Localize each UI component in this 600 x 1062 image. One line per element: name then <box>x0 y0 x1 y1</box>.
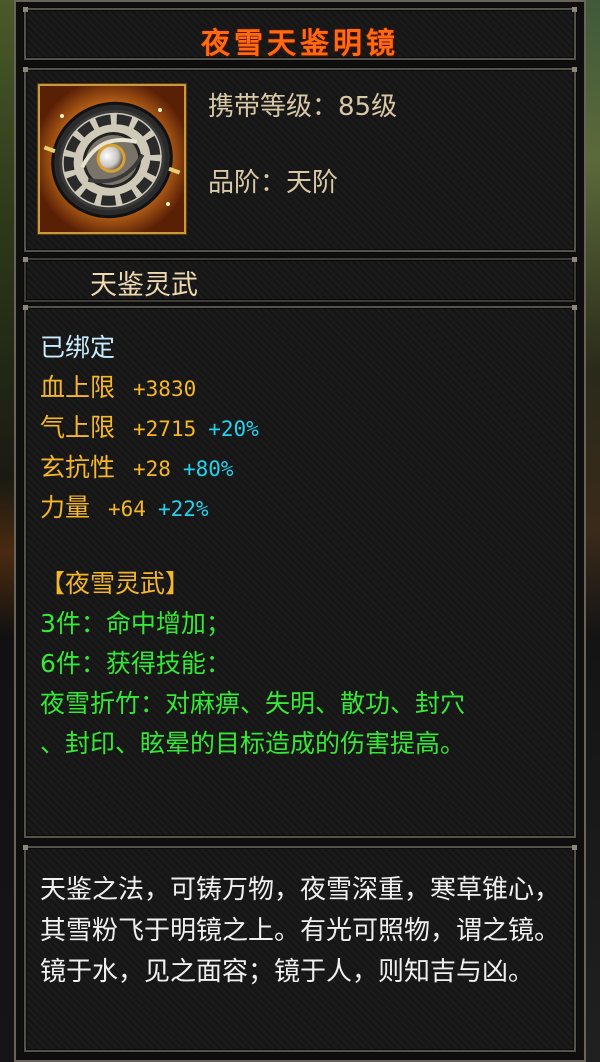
stat-name: 力量 <box>40 493 91 522</box>
set-bonus-3: 3件：命中增加； <box>40 609 231 638</box>
description-panel: 天鉴之法，可铸万物，夜雪深重，寒草锥心，其雪粉飞于明镜之上。有光可照物，谓之镜。… <box>23 845 577 1052</box>
bagua-mirror-icon <box>38 84 186 234</box>
item-tooltip: 夜雪天鉴明镜 携带等级：85级 品阶：天阶 天鉴灵武 已绑定 血上限 +3830… <box>14 0 586 1062</box>
stat-row: 力量 +64 +22% <box>40 492 209 525</box>
stat-percent: +22% <box>157 497 209 521</box>
stat-name: 玄抗性 <box>40 453 116 482</box>
stat-name: 气上限 <box>40 413 116 442</box>
category-panel: 天鉴灵武 <box>23 257 577 302</box>
set-bonus-6: 6件：获得技能： <box>40 649 231 678</box>
bound-status: 已绑定 <box>40 333 116 362</box>
item-description: 天鉴之法，可铸万物，夜雪深重，寒草锥心，其雪粉飞于明镜之上。有光可照物，谓之镜。… <box>40 875 561 987</box>
stat-name: 血上限 <box>40 373 116 402</box>
stat-row: 气上限 +2715 +20% <box>40 412 259 445</box>
set-title: 【夜雪灵武】 <box>40 569 191 598</box>
stat-value: +64 <box>108 497 146 521</box>
carry-level: 携带等级：85级 <box>208 92 398 122</box>
stat-percent: +80% <box>182 457 234 481</box>
skill-desc-line2: 、封印、眩晕的目标造成的伤害提高。 <box>40 729 466 758</box>
stat-row: 血上限 +3830 <box>40 372 196 405</box>
item-grade: 品阶：天阶 <box>208 168 339 198</box>
title-panel: 夜雪天鉴明镜 <box>23 7 577 60</box>
stat-value: +2715 <box>133 417 197 441</box>
info-panel: 携带等级：85级 品阶：天阶 <box>23 67 577 252</box>
stat-value: +28 <box>133 457 171 481</box>
skill-desc-line1: 夜雪折竹：对麻痹、失明、散功、封穴 <box>40 689 466 718</box>
stat-row: 玄抗性 +28 +80% <box>40 452 234 485</box>
stat-value: +3830 <box>133 377 197 401</box>
item-category: 天鉴灵武 <box>90 270 198 301</box>
stat-percent: +20% <box>208 417 259 441</box>
item-name: 夜雪天鉴明镜 <box>200 26 399 60</box>
attributes-panel: 已绑定 血上限 +3830 气上限 +2715 +20% 玄抗性 +28 +80% 力量 +… <box>23 305 577 838</box>
